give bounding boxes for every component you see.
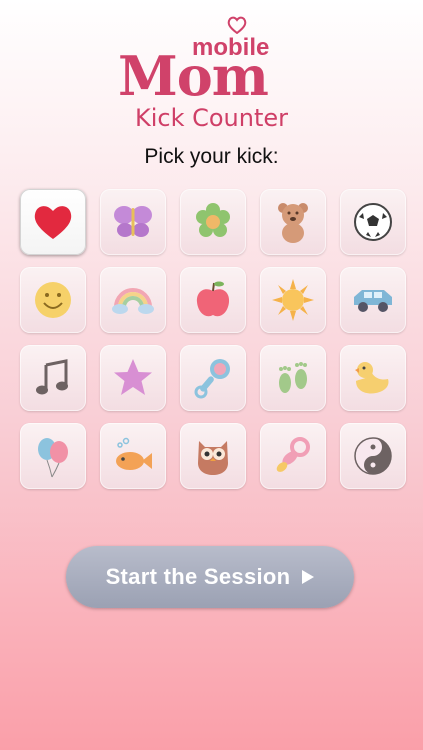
kick-tile-owl[interactable]: [180, 423, 246, 489]
kick-tile-heart[interactable]: [20, 189, 86, 255]
star-icon: [114, 359, 152, 395]
yin-yang-icon: [354, 437, 392, 475]
kick-tile-smiley[interactable]: [20, 267, 86, 333]
start-session-button[interactable]: Start the Session: [66, 546, 354, 608]
kick-tile-fish[interactable]: [100, 423, 166, 489]
start-session-label: Start the Session: [105, 564, 291, 589]
kick-tile-rattle[interactable]: [180, 345, 246, 411]
logo-heart-icon: [227, 16, 247, 34]
kick-tile-balloons[interactable]: [20, 423, 86, 489]
kick-tile-butterfly[interactable]: [100, 189, 166, 255]
pacifier-icon: [276, 437, 310, 472]
rainbow-icon: [112, 288, 154, 314]
apple-icon: [196, 281, 230, 317]
rattle-icon: [194, 359, 230, 399]
logo-mom-text: Mom: [118, 44, 269, 108]
kick-tile-pacifier[interactable]: [260, 423, 326, 489]
smiley-icon: [35, 282, 71, 318]
butterfly-icon: [114, 206, 152, 237]
duck-icon: [355, 362, 389, 394]
kick-tile-apple[interactable]: [180, 267, 246, 333]
soccer-ball-icon: [354, 203, 392, 241]
owl-icon: [198, 441, 228, 475]
balloons-icon: [38, 438, 68, 478]
kick-tile-sun[interactable]: [260, 267, 326, 333]
car-icon: [354, 290, 392, 312]
teddy-bear-icon: [278, 203, 308, 243]
kick-tile-duck[interactable]: [340, 345, 406, 411]
kick-tile-rainbow[interactable]: [100, 267, 166, 333]
app-subtitle: Kick Counter: [134, 104, 289, 132]
kick-tile-star[interactable]: [100, 345, 166, 411]
kick-tile-soccer-ball[interactable]: [340, 189, 406, 255]
kick-tile-music-note[interactable]: [20, 345, 86, 411]
heart-icon: [34, 206, 72, 239]
kick-tile-teddy-bear[interactable]: [260, 189, 326, 255]
play-arrow-icon: [302, 570, 315, 584]
kick-tile-yin-yang[interactable]: [340, 423, 406, 489]
app-logo: mobile Mom Kick Counter: [0, 14, 423, 134]
fish-icon: [116, 437, 152, 470]
music-note-icon: [36, 359, 68, 395]
footprints-icon: [279, 362, 307, 393]
sun-icon: [272, 279, 314, 321]
pick-kick-prompt: Pick your kick:: [144, 145, 279, 168]
kick-tile-car[interactable]: [340, 267, 406, 333]
kick-tile-footprints[interactable]: [260, 345, 326, 411]
flower-icon: [196, 203, 230, 237]
kick-tile-flower[interactable]: [180, 189, 246, 255]
